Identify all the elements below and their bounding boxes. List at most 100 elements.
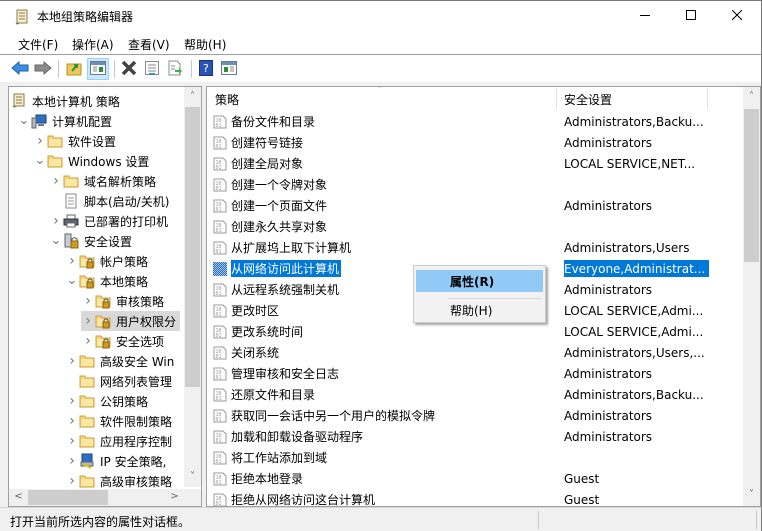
tree-item[interactable]: › 应用程序控制: [65, 431, 172, 451]
policy-row[interactable]: 10 01 管理审核和安全日志 Administrators: [207, 363, 709, 384]
security-setting-value: Administrators: [564, 135, 653, 150]
menu-help[interactable]: 帮助(H): [184, 36, 226, 53]
policy-row[interactable]: 10 01 从扩展坞上取下计算机 Administrators,Users: [207, 237, 709, 258]
maximize-button[interactable]: [668, 1, 714, 32]
scroll-down-icon[interactable]: ˅: [743, 489, 760, 500]
chevron-down-icon[interactable]: ⌄: [33, 154, 47, 167]
tree-item[interactable]: › 安全选项: [81, 331, 164, 351]
folder-icon: [79, 393, 95, 409]
tree-item[interactable]: › 高级审核策略: [65, 471, 172, 491]
scroll-up-icon[interactable]: ˄: [743, 91, 760, 102]
delete-button[interactable]: [118, 58, 140, 80]
tree-item-label: 应用程序控制: [100, 434, 173, 449]
policy-row[interactable]: 10 01 拒绝本地登录 Guest: [207, 468, 709, 489]
chevron-right-icon[interactable]: ›: [33, 133, 47, 149]
properties-icon: [144, 60, 160, 79]
tree-item[interactable]: ⌄ 计算机配置: [17, 111, 112, 131]
chevron-right-icon[interactable]: ›: [65, 413, 79, 429]
tree-item[interactable]: › 软件设置: [33, 131, 116, 151]
policy-row[interactable]: 10 01 创建全局对象 LOCAL SERVICE,NET...: [207, 153, 709, 174]
toolbar-separator: [114, 60, 115, 78]
policy-row[interactable]: 10 01 加载和卸载设备驱动程序 Administrators: [207, 426, 709, 447]
policy-row[interactable]: 10 01 创建永久共享对象: [207, 216, 709, 237]
main-area: 本地计算机 策略 ⌄ 计算机配置 › 软件设置 ⌄ Windows 设置 › 域名解析策略 脚本(…: [0, 82, 761, 507]
title-bar: 本地组策略编辑器: [0, 1, 761, 32]
tree-item[interactable]: › 已部署的打印机: [49, 211, 168, 231]
chevron-right-icon[interactable]: ›: [65, 473, 79, 489]
chevron-right-icon[interactable]: ›: [81, 293, 95, 309]
chevron-right-icon[interactable]: ›: [65, 453, 79, 469]
policy-row[interactable]: 10 01 还原文件和目录 Administrators,Backu...: [207, 384, 709, 405]
up-folder-button[interactable]: [63, 58, 85, 80]
scroll-right-icon[interactable]: >: [166, 491, 183, 502]
tree-item[interactable]: 本地计算机 策略: [11, 91, 120, 111]
forward-button[interactable]: [32, 58, 54, 80]
tree-item-label: 审核策略: [116, 294, 165, 309]
tree-item[interactable]: ⌄ 安全设置: [49, 231, 132, 251]
context-menu-properties[interactable]: 属性(R): [416, 270, 543, 292]
close-button[interactable]: [714, 1, 760, 32]
policy-row[interactable]: 10 01 将工作站添加到域: [207, 447, 709, 468]
scroll-up-icon[interactable]: ˄: [184, 91, 201, 102]
minimize-button[interactable]: [622, 1, 668, 32]
policy-row[interactable]: 10 01 获取同一会话中另一个用户的模拟令牌 Administrators: [207, 405, 709, 426]
chevron-right-icon[interactable]: ›: [65, 353, 79, 369]
menu-file[interactable]: 文件(F): [18, 36, 58, 53]
tree-item[interactable]: › 审核策略: [81, 291, 164, 311]
context-menu-help[interactable]: 帮助(H): [416, 299, 543, 321]
column-divider[interactable]: [707, 88, 708, 110]
tree-item[interactable]: › 高级安全 Win: [65, 351, 174, 371]
tree-item[interactable]: ⌄ 本地策略: [65, 271, 148, 291]
policy-row[interactable]: 10 01 创建符号链接 Administrators: [207, 132, 709, 153]
menu-view[interactable]: 查看(V): [128, 36, 170, 53]
back-button[interactable]: [9, 58, 31, 80]
tree-item[interactable]: › 用户权限分: [81, 311, 181, 331]
policy-row[interactable]: 10 01 创建一个页面文件 Administrators: [207, 195, 709, 216]
help-button[interactable]: ?: [195, 58, 217, 80]
list-vertical-scroll-thumb[interactable]: [744, 109, 759, 262]
export-list-button[interactable]: [164, 58, 186, 80]
chevron-right-icon[interactable]: ›: [65, 393, 79, 409]
column-header-policy[interactable]: 策略 ˄: [207, 87, 557, 111]
policy-row[interactable]: 10 01 拒绝从网络访问这台计算机 Guest: [207, 489, 709, 506]
column-header-security-setting[interactable]: 安全设置: [556, 87, 708, 111]
chevron-down-icon[interactable]: ⌄: [49, 234, 63, 247]
chevron-right-icon[interactable]: ›: [49, 173, 63, 189]
chevron-right-icon[interactable]: ›: [81, 313, 95, 329]
tree-item[interactable]: › 软件限制策略: [65, 411, 172, 431]
tree-item[interactable]: 脚本(启动/关机): [49, 191, 169, 211]
chevron-down-icon[interactable]: ⌄: [65, 274, 79, 287]
menu-action[interactable]: 操作(A): [72, 36, 114, 53]
chevron-right-icon[interactable]: ›: [65, 433, 79, 449]
chevron-right-icon[interactable]: ›: [65, 253, 79, 269]
show-hide-tree-button[interactable]: [87, 58, 109, 80]
tree-item[interactable]: › IP 安全策略,: [65, 451, 166, 471]
svg-text:01: 01: [216, 207, 222, 213]
chevron-right-icon[interactable]: ›: [49, 213, 63, 229]
tree-vertical-scroll-thumb[interactable]: [185, 107, 200, 387]
list-vertical-scrollbar[interactable]: ˄ ˅: [743, 87, 760, 506]
policy-row[interactable]: 10 01 关闭系统 Administrators,Users,...: [207, 342, 709, 363]
policy-name: 创建一个令牌对象: [231, 178, 328, 192]
policy-row[interactable]: 10 01 备份文件和目录 Administrators,Backu...: [207, 111, 709, 132]
policy-row[interactable]: 10 01 创建一个令牌对象: [207, 174, 709, 195]
folder-icon: [47, 133, 63, 149]
properties-button[interactable]: [141, 58, 163, 80]
show-action-pane-button[interactable]: [218, 58, 240, 80]
svg-text:01: 01: [216, 354, 222, 360]
scroll-down-icon[interactable]: ˅: [184, 471, 201, 482]
chevron-right-icon[interactable]: ›: [81, 333, 95, 349]
policy-row[interactable]: 10 01 更改系统时间 LOCAL SERVICE,Admi...: [207, 321, 709, 342]
tree-item[interactable]: › 域名解析策略: [49, 171, 156, 191]
tree-item[interactable]: › 帐户策略: [65, 251, 148, 271]
tree-item[interactable]: 网络列表管理: [65, 371, 172, 391]
policy-setting-icon: 10 01: [213, 220, 227, 234]
tree-item[interactable]: ⌄ Windows 设置: [33, 151, 150, 171]
chevron-down-icon[interactable]: ⌄: [17, 114, 31, 127]
tree-horizontal-scrollbar[interactable]: < >: [9, 489, 201, 506]
policy-name: 拒绝本地登录: [231, 472, 304, 486]
tree-horizontal-scroll-thumb[interactable]: [28, 490, 108, 505]
scroll-left-icon[interactable]: <: [10, 491, 27, 502]
tree-vertical-scrollbar[interactable]: ˄ ˅: [184, 87, 201, 487]
tree-item[interactable]: › 公钥策略: [65, 391, 148, 411]
